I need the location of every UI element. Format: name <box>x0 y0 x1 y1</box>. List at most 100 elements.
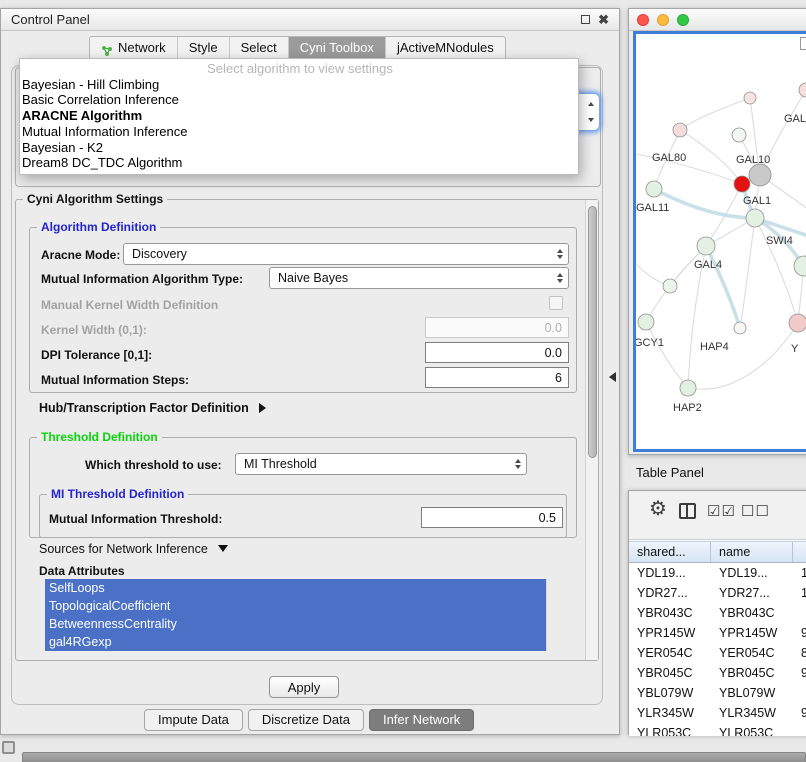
mi-type-combo[interactable]: Naive Bayes <box>269 267 569 289</box>
network-canvas[interactable]: GALGAL80GAL10GAL11GAL1SWI4GAL4GCY1HAP4YH… <box>633 31 806 452</box>
network-node-gal10[interactable] <box>749 164 771 186</box>
tab-network[interactable]: Network <box>90 37 178 59</box>
network-node[interactable] <box>732 128 746 142</box>
network-node-gal4[interactable] <box>697 237 715 255</box>
network-node-gal1[interactable] <box>746 209 764 227</box>
table-cell: 13 <box>793 563 806 583</box>
tab-label: Network <box>118 37 166 59</box>
network-node[interactable] <box>744 92 756 104</box>
control-panel-titlebar[interactable]: Control Panel ✖ <box>1 9 619 31</box>
table-row[interactable]: YDR27...YDR27...12 <box>629 583 806 603</box>
bottom-tab-impute-data[interactable]: Impute Data <box>144 709 243 731</box>
mi-type-label: Mutual Information Algorithm Type: <box>41 272 243 286</box>
dropdown-item-bayesian-k2[interactable]: Bayesian - K2 <box>20 140 578 156</box>
dropdown-item-basic-correlation-inference[interactable]: Basic Correlation Inference <box>20 92 578 108</box>
network-node[interactable] <box>734 176 750 192</box>
dropdown-item-bayesian-hill-climbing[interactable]: Bayesian - Hill Climbing <box>20 77 578 93</box>
table-cell: YDR27... <box>629 583 711 603</box>
table-row[interactable]: YER054CYER054C8. <box>629 643 806 663</box>
table-cell <box>793 683 806 703</box>
tab-jactivemnodules[interactable]: jActiveMNodules <box>386 37 505 59</box>
table-cell: YDR27... <box>711 583 793 603</box>
sources-toggle[interactable]: Sources for Network Inference <box>39 542 228 556</box>
table-row[interactable]: YBR043CYBR043C <box>629 603 806 623</box>
dropdown-item-dream8-dc-tdc-algorithm[interactable]: Dream8 DC_TDC Algorithm <box>20 155 578 171</box>
dpi-tolerance-field[interactable]: 0.0 <box>425 342 569 363</box>
bottom-tab-infer-network[interactable]: Infer Network <box>369 709 474 731</box>
network-node-gal80[interactable] <box>673 123 687 137</box>
minimize-traffic-icon[interactable] <box>657 14 669 26</box>
table-cell: YBL079W <box>629 683 711 703</box>
combo-arrows-icon <box>551 268 568 288</box>
settings-scrollbar[interactable] <box>585 200 598 660</box>
window-buttons: ✖ <box>581 12 609 28</box>
table-cell: YPR145W <box>629 623 711 643</box>
table-row[interactable]: YLR345WYLR345W9. <box>629 703 806 723</box>
table-cell: YER054C <box>629 643 711 663</box>
birdseye-toggle[interactable] <box>800 37 806 50</box>
mi-steps-value: 6 <box>555 371 562 385</box>
mi-threshold-field[interactable]: 0.5 <box>421 507 563 528</box>
float-window-icon[interactable] <box>581 15 590 24</box>
tab-cyni-toolbox[interactable]: Cyni Toolbox <box>289 37 386 59</box>
aracne-mode-value: Discovery <box>132 247 187 261</box>
table-row[interactable]: YBR045CYBR045C9. <box>629 663 806 683</box>
close-window-icon[interactable]: ✖ <box>598 12 609 28</box>
dropdown-item-mutual-information-inference[interactable]: Mutual Information Inference <box>20 124 578 140</box>
kernel-width-label: Kernel Width (0,1): <box>41 323 147 337</box>
table-cell: 9. <box>793 623 806 643</box>
network-node[interactable] <box>789 314 806 332</box>
scrollbar-thumb[interactable] <box>588 206 597 458</box>
network-node-gal[interactable] <box>799 83 806 97</box>
table-row[interactable]: YBL079WYBL079W <box>629 683 806 703</box>
dropdown-placeholder: Select algorithm to view settings <box>20 61 578 77</box>
table-cell: YDL19... <box>629 563 711 583</box>
zoom-traffic-icon[interactable] <box>677 14 689 26</box>
network-node[interactable] <box>663 279 677 293</box>
network-node-swi4[interactable] <box>794 256 806 276</box>
mi-steps-field[interactable]: 6 <box>425 367 569 388</box>
node-label-gal11: GAL11 <box>636 202 669 214</box>
column-header-shared[interactable]: shared... <box>629 542 711 562</box>
attribute-item-selfloops[interactable]: SelfLoops <box>45 579 546 597</box>
network-window-titlebar[interactable] <box>629 9 806 31</box>
hub-definition-toggle[interactable]: Hub/Transcription Factor Definition <box>39 401 266 415</box>
window-title: Control Panel <box>11 12 90 27</box>
manual-kernel-checkbox[interactable] <box>549 296 563 310</box>
tab-style[interactable]: Style <box>178 37 230 59</box>
dropdown-item-aracne-algorithm[interactable]: ARACNE Algorithm <box>20 108 578 124</box>
select-all-icon[interactable]: ☑☑ <box>707 504 736 519</box>
table-cell <box>793 603 806 623</box>
column-header-col2[interactable] <box>793 542 806 562</box>
table-row[interactable]: YDL19...YDL19...13 <box>629 563 806 583</box>
collapsed-arrow-icon <box>259 403 266 413</box>
sources-label: Sources for Network Inference <box>39 542 208 556</box>
network-node-gcy1[interactable] <box>638 314 654 330</box>
table-settings-gear-icon[interactable]: ⚙ <box>649 499 667 519</box>
close-traffic-icon[interactable] <box>637 14 649 26</box>
attribute-item-gal4rgexp[interactable]: gal4RGexp <box>45 633 546 651</box>
show-columns-icon[interactable] <box>679 503 696 519</box>
table-cell: YER054C <box>711 643 793 663</box>
aracne-mode-combo[interactable]: Discovery <box>123 243 569 265</box>
bottom-tab-discretize-data[interactable]: Discretize Data <box>248 709 364 731</box>
which-threshold-combo[interactable]: MI Threshold <box>235 453 527 475</box>
deselect-all-icon[interactable]: ☐☐ <box>741 504 770 519</box>
bottom-tab-bar: Impute DataDiscretize DataInfer Network <box>144 709 474 731</box>
network-node-gal11[interactable] <box>646 181 662 197</box>
kernel-width-field[interactable]: 0.0 <box>425 317 569 338</box>
attribute-item-betweennesscentrality[interactable]: BetweennessCentrality <box>45 615 546 633</box>
attributes-scrollbar[interactable] <box>546 579 557 651</box>
table-row[interactable]: YPR145WYPR145W9. <box>629 623 806 643</box>
minimized-window-icon[interactable] <box>2 741 15 754</box>
attribute-item-topologicalcoefficient[interactable]: TopologicalCoefficient <box>45 597 546 615</box>
column-header-name[interactable]: name <box>711 542 793 562</box>
panel-collapse-arrow[interactable] <box>609 372 616 382</box>
table-row[interactable]: YLR053CYLR053C <box>629 723 806 736</box>
network-node-hap4[interactable] <box>734 322 746 334</box>
kernel-width-value: 0.0 <box>545 321 562 335</box>
hub-definition-label: Hub/Transcription Factor Definition <box>39 401 249 415</box>
apply-button[interactable]: Apply <box>269 676 339 698</box>
network-node-hap2[interactable] <box>680 380 696 396</box>
tab-select[interactable]: Select <box>230 37 289 59</box>
